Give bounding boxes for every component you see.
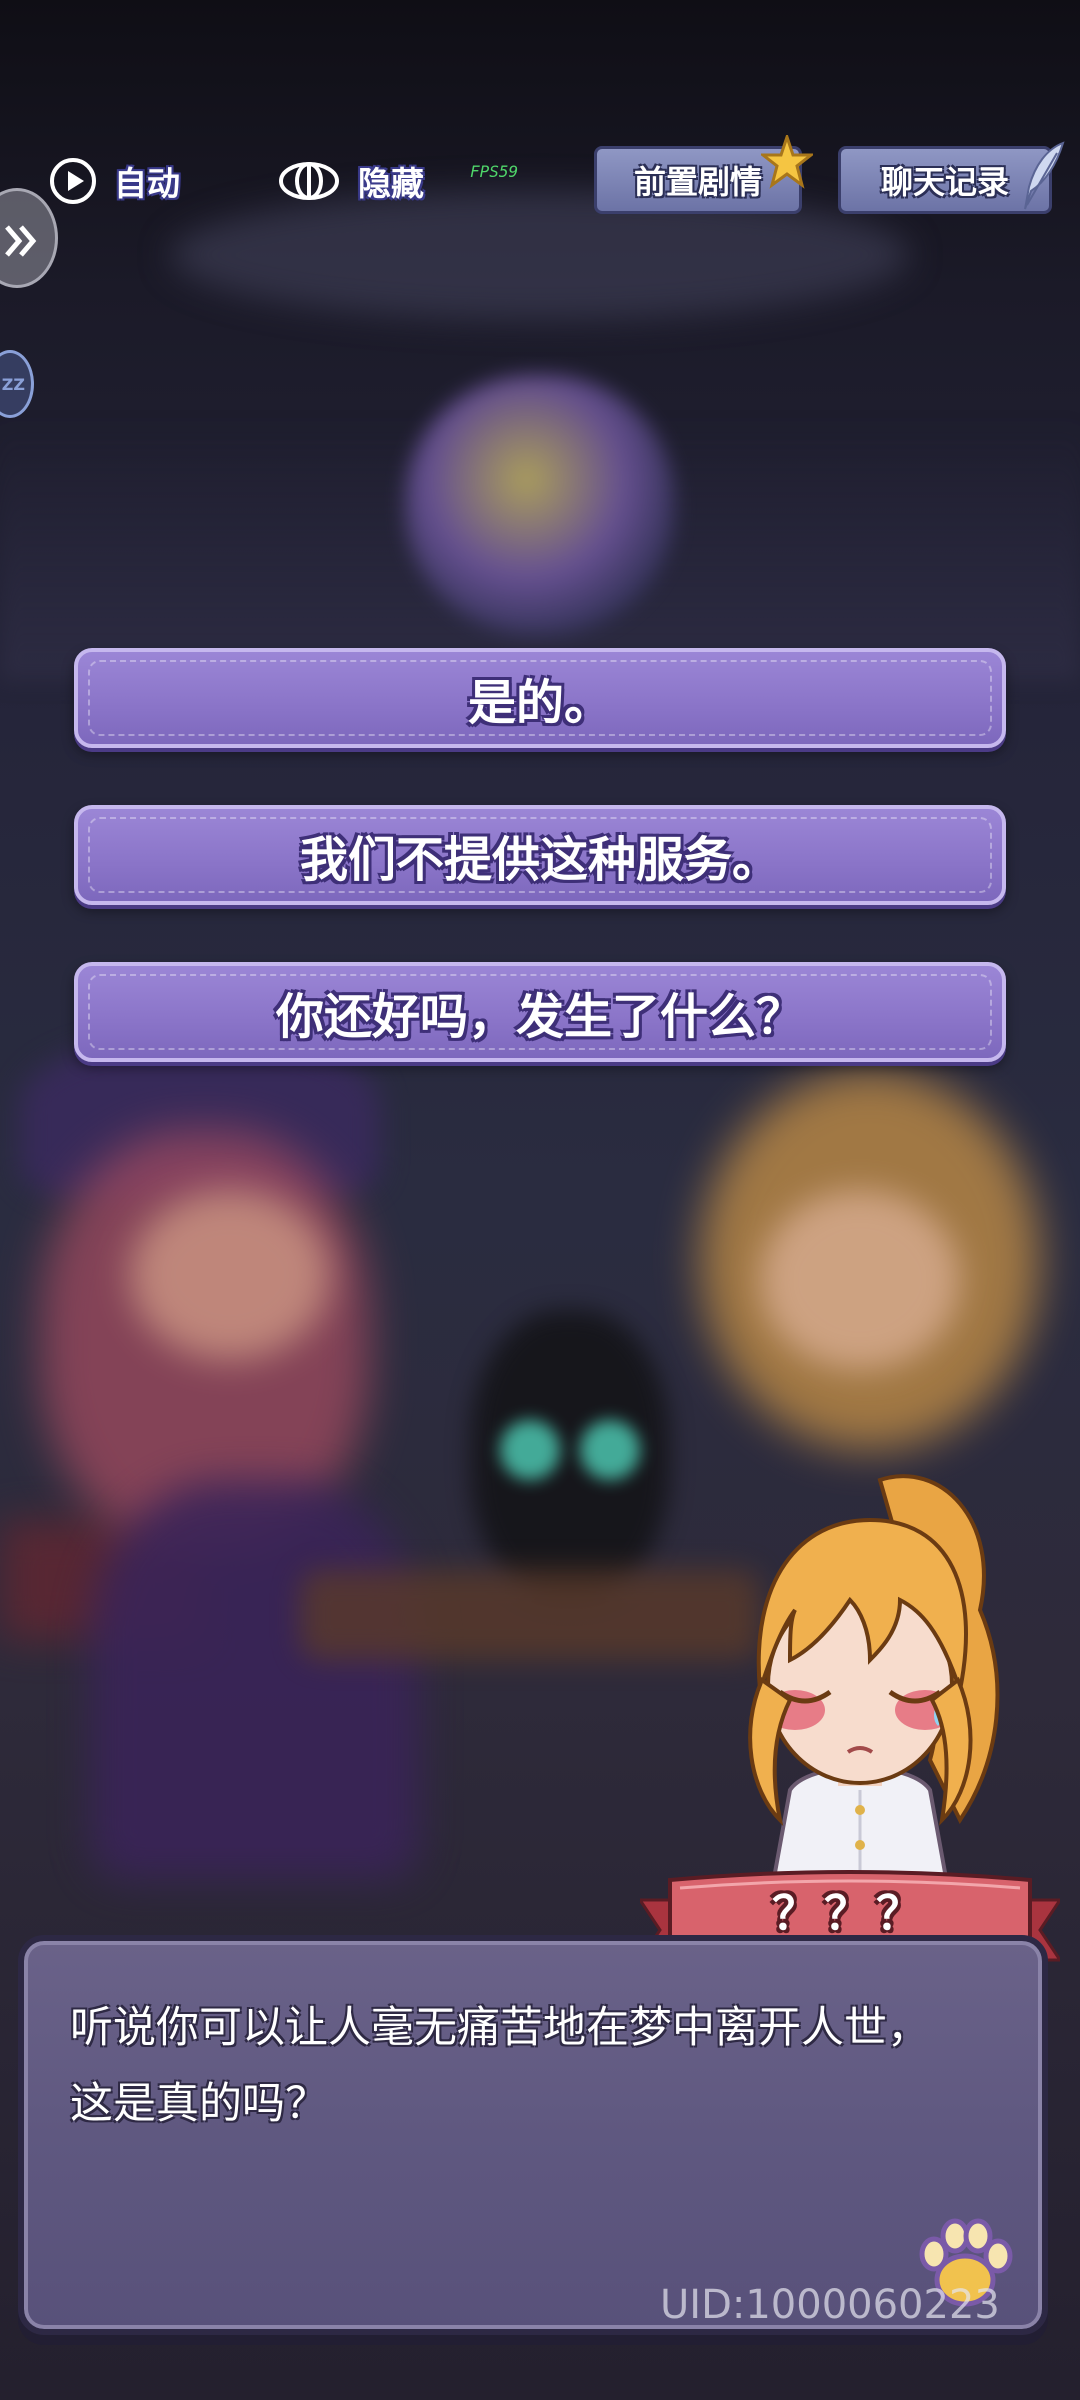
hide-label: 隐藏 [358, 164, 424, 203]
choice-2-label: 我们不提供这种服务。 [299, 832, 780, 888]
chat-log-button[interactable]: 聊天记录 [838, 141, 1065, 214]
bg-witch-face [130, 1190, 330, 1360]
eye-icon [279, 162, 339, 200]
sleep-label: ZZ [1, 374, 25, 394]
dialogue-text: 听说你可以让人毫无痛苦地在梦中离开人世，这是真的吗？ [70, 2003, 930, 2129]
quill-icon [1024, 141, 1065, 210]
chat-log-label: 聊天记录 [880, 163, 1009, 201]
choice-option-2[interactable]: 我们不提供这种服务。 [74, 805, 1006, 905]
double-chevron-icon [5, 225, 37, 257]
play-circle-icon [50, 158, 96, 204]
bg-blonde-girl-face [760, 1190, 960, 1370]
bg-cat-eye-left [500, 1420, 560, 1480]
sleep-button[interactable]: ZZ [0, 350, 34, 418]
choice-1-label: 是的。 [467, 675, 612, 731]
prologue-button[interactable]: 前置剧情 [594, 135, 813, 214]
bg-witch-body [90, 1480, 420, 1880]
game-screen: 自动 隐藏 FPS59 前置剧情 聊天记录 ZZ 是的。 我们不提供这种服务。 … [0, 0, 1080, 2400]
star-icon [761, 135, 813, 189]
bg-cat-eye-right [580, 1420, 640, 1480]
speaker-portrait [748, 1474, 1000, 1900]
choice-option-1[interactable]: 是的。 [74, 648, 1006, 748]
fps-counter: FPS59 [470, 162, 519, 181]
auto-label: 自动 [114, 164, 180, 203]
bg-crystal-orb [405, 375, 675, 635]
auto-play-toggle[interactable]: 自动 [50, 150, 180, 212]
prologue-label: 前置剧情 [633, 163, 762, 201]
hide-ui-toggle[interactable]: 隐藏 [278, 150, 424, 212]
uid-watermark: UID:1000060223 [660, 2282, 1000, 2328]
choice-option-3[interactable]: 你还好吗，发生了什么？ [74, 962, 1006, 1062]
choice-3-label: 你还好吗，发生了什么？ [275, 989, 804, 1045]
